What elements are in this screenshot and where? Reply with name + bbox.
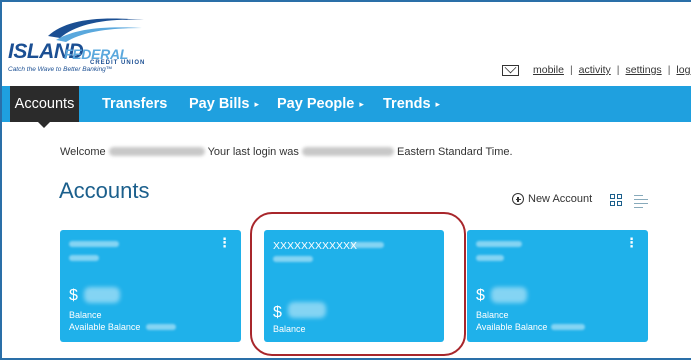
grid-view-icon[interactable] (610, 194, 623, 207)
redacted-account-number (69, 255, 99, 261)
account-card[interactable]: ⋮ $ Balance Available Balance (467, 230, 648, 342)
account-name: XXXXXXXXXXXX (273, 240, 358, 252)
welcome-message: Welcome Your last login was Eastern Stan… (60, 146, 513, 158)
redacted-timestamp (301, 147, 394, 156)
redacted-account-number (273, 256, 313, 262)
page-title: Accounts (59, 178, 150, 203)
redacted-balance (288, 302, 326, 318)
redacted-available-balance (146, 324, 176, 330)
mail-icon[interactable] (502, 64, 519, 76)
account-card[interactable]: XXXXXXXXXXXX $ Balance (264, 230, 444, 342)
separator: | (616, 64, 620, 76)
welcome-timezone: Eastern Standard Time. (397, 146, 513, 158)
brand-tagline: Catch the Wave to Better Banking™ (8, 66, 113, 73)
tab-pay-bills[interactable]: Pay Bills ▸ (189, 86, 259, 122)
mobile-link[interactable]: mobile (533, 64, 564, 76)
tab-pay-people[interactable]: Pay People ▸ (277, 86, 364, 122)
welcome-prefix: Welcome (60, 146, 106, 158)
redacted-account-name (69, 241, 119, 247)
available-balance-label: Available Balance (69, 322, 141, 332)
redacted-balance (491, 287, 527, 303)
redacted-name (108, 147, 205, 156)
kebab-menu-icon[interactable]: ⋮ (218, 236, 231, 249)
redacted-account-suffix (350, 242, 384, 248)
caret-right-icon: ▸ (254, 99, 259, 109)
tab-pay-bills-label: Pay Bills (189, 96, 250, 112)
account-card[interactable]: ⋮ $ Balance Available Balance (60, 230, 241, 342)
kebab-menu-icon[interactable]: ⋮ (625, 236, 638, 249)
tab-pay-people-label: Pay People (277, 96, 355, 112)
balance-label: Balance (273, 324, 306, 334)
tab-trends-label: Trends (383, 96, 431, 112)
utility-links: mobile | activity | settings | log o (502, 62, 691, 78)
site-header: ISLAND FEDERAL CREDIT UNION Catch the Wa… (0, 0, 691, 86)
caret-right-icon: ▸ (435, 99, 441, 109)
balance-label: Balance (69, 310, 102, 320)
activity-link[interactable]: activity (579, 64, 611, 76)
tab-accounts-label: Accounts (14, 96, 75, 112)
redacted-account-number (476, 255, 504, 261)
caret-right-icon: ▸ (359, 99, 364, 109)
new-account-button[interactable]: New Account (512, 193, 592, 205)
currency-symbol: $ (476, 287, 485, 304)
currency-symbol: $ (273, 304, 282, 321)
settings-link[interactable]: settings (626, 64, 662, 76)
main-nav: Accounts Transfers Pay Bills ▸ Pay People… (0, 86, 691, 128)
list-view-icon[interactable] (634, 195, 648, 209)
redacted-balance (84, 287, 120, 303)
tab-trends[interactable]: Trends ▸ (383, 86, 440, 122)
separator: | (667, 64, 671, 76)
available-balance-label: Available Balance (476, 322, 548, 332)
tab-transfers[interactable]: Transfers (102, 86, 167, 122)
tab-accounts[interactable]: Accounts (10, 86, 79, 128)
redacted-account-name (476, 241, 522, 247)
tab-transfers-label: Transfers (102, 96, 168, 112)
plus-circle-icon (512, 193, 524, 205)
currency-symbol: $ (69, 287, 78, 304)
separator: | (569, 64, 573, 76)
redacted-available-balance (551, 324, 585, 330)
logout-link[interactable]: log o (676, 64, 691, 76)
balance-label: Balance (476, 310, 509, 320)
welcome-last-login: Your last login was (207, 146, 299, 158)
new-account-label: New Account (528, 193, 593, 205)
